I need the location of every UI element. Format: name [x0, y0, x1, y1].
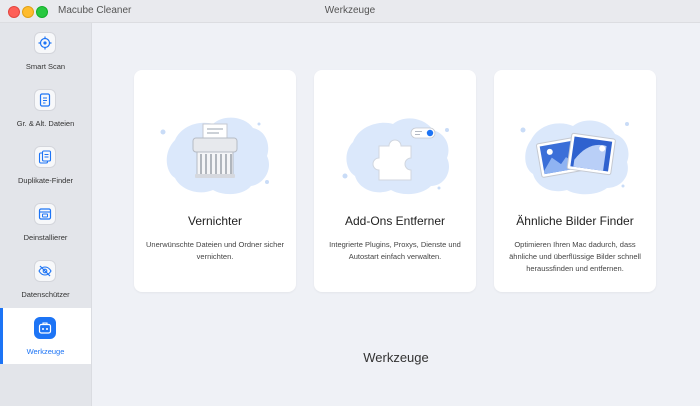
tool-card-similar-images[interactable]: Ähnliche Bilder Finder Optimieren Ihren … — [494, 70, 656, 292]
sidebar-item-privacy[interactable]: Datenschützer — [0, 251, 91, 307]
puzzle-toggle-icon — [342, 118, 450, 195]
sidebar-item-smart-scan[interactable]: Smart Scan — [0, 23, 91, 79]
card-title: Add-Ons Entferner — [344, 214, 446, 228]
card-description: Unerwünschte Dateien und Ordner sicher v… — [146, 240, 284, 261]
title-bar: Macube Cleaner Werkzeuge — [0, 0, 700, 23]
main-content: Vernichter Unerwünschte Dateien und Ordn… — [92, 23, 700, 406]
toolbox-icon — [38, 322, 52, 334]
sidebar-item-uninstaller[interactable]: Deinstallierer — [0, 194, 91, 250]
sidebar: Smart Scan Gr. & Alt. Dateien Duplikate-… — [0, 23, 92, 406]
sidebar-item-tools[interactable]: Werkzeuge — [0, 308, 91, 364]
app-icon — [38, 208, 52, 220]
sidebar-item-label: Duplikate-Finder — [17, 176, 74, 185]
sidebar-item-large-old-files[interactable]: Gr. & Alt. Dateien — [0, 80, 91, 136]
photos-icon — [520, 120, 629, 195]
sidebar-item-label: Smart Scan — [25, 62, 66, 71]
sidebar-item-label: Gr. & Alt. Dateien — [16, 119, 75, 128]
duplicate-icon — [38, 150, 52, 164]
page-title: Werkzeuge — [363, 350, 429, 365]
shredder-icon — [160, 117, 270, 195]
tool-card-shredder[interactable]: Vernichter Unerwünschte Dateien und Ordn… — [134, 70, 296, 292]
window-title: Werkzeuge — [324, 5, 376, 16]
sidebar-item-label: Deinstallierer — [23, 233, 68, 242]
eye-slash-icon — [38, 265, 52, 277]
sidebar-item-label: Datenschützer — [21, 290, 70, 299]
app-window: Macube Cleaner Werkzeuge Smart Scan Gr. … — [0, 0, 700, 406]
sidebar-item-label: Werkzeuge — [26, 347, 65, 356]
card-title: Vernichter — [187, 214, 243, 228]
card-description: Optimieren Ihren Mac dadurch, dass ähnli… — [509, 240, 641, 273]
document-icon — [39, 93, 51, 107]
target-icon — [38, 36, 52, 50]
card-title: Ähnliche Bilder Finder — [516, 214, 634, 228]
card-description: Integrierte Plugins, Proxys, Dienste und… — [329, 240, 461, 261]
tool-card-addons-remover[interactable]: Add-Ons Entferner Integrierte Plugins, P… — [314, 70, 476, 292]
sidebar-item-duplicate-finder[interactable]: Duplikate-Finder — [0, 137, 91, 193]
